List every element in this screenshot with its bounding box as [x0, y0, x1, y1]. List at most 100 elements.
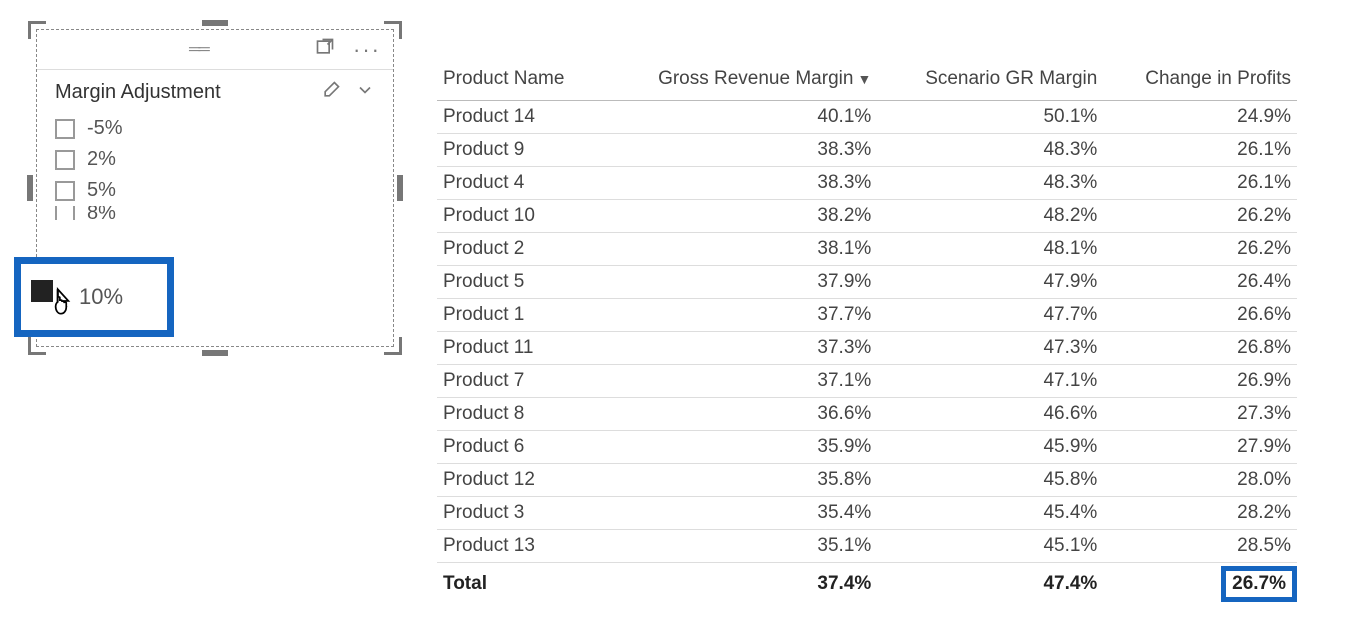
column-header-cip[interactable]: Change in Profits: [1103, 60, 1297, 101]
table-row[interactable]: Product 1440.1%50.1%24.9%: [437, 101, 1297, 134]
cell-grm: 35.4%: [601, 497, 877, 530]
slicer-option[interactable]: 5%: [55, 175, 375, 206]
slicer-toolbar: ══ ···: [37, 30, 393, 70]
table-row[interactable]: Product 438.3%48.3%26.1%: [437, 167, 1297, 200]
selected-option-label: 10%: [79, 284, 123, 310]
slicer-option[interactable]: -5%: [55, 113, 375, 144]
cell-grm: 37.3%: [601, 332, 877, 365]
slicer-options: -5% 2% 5% 8%: [37, 111, 393, 222]
column-header-grm[interactable]: Gross Revenue Margin▼: [601, 60, 877, 101]
selected-option-callout[interactable]: 10%: [14, 257, 174, 337]
cell-cip: 26.6%: [1103, 299, 1297, 332]
checkbox-icon[interactable]: [55, 119, 75, 139]
resize-handle[interactable]: [384, 337, 402, 355]
cell-product: Product 1: [437, 299, 601, 332]
cell-cip: 26.9%: [1103, 365, 1297, 398]
more-options-icon[interactable]: ···: [353, 37, 381, 63]
cell-cip: 26.8%: [1103, 332, 1297, 365]
cell-product: Product 6: [437, 431, 601, 464]
table-row[interactable]: Product 635.9%45.9%27.9%: [437, 431, 1297, 464]
table-row[interactable]: Product 1038.2%48.2%26.2%: [437, 200, 1297, 233]
column-header-sgr[interactable]: Scenario GR Margin: [877, 60, 1103, 101]
slicer-option-label: 8%: [87, 206, 116, 220]
total-grm: 37.4%: [601, 563, 877, 604]
table-row[interactable]: Product 1235.8%45.8%28.0%: [437, 464, 1297, 497]
table-row[interactable]: Product 938.3%48.3%26.1%: [437, 134, 1297, 167]
cell-product: Product 9: [437, 134, 601, 167]
cell-product: Product 2: [437, 233, 601, 266]
checkbox-icon[interactable]: [55, 181, 75, 201]
cell-sgr: 48.3%: [877, 134, 1103, 167]
drag-handle-icon[interactable]: ══: [189, 41, 208, 59]
cell-product: Product 13: [437, 530, 601, 563]
focus-mode-icon[interactable]: [315, 37, 335, 62]
cell-cip: 26.1%: [1103, 167, 1297, 200]
cell-grm: 35.8%: [601, 464, 877, 497]
eraser-icon[interactable]: [321, 80, 341, 105]
results-table: Product Name Gross Revenue Margin▼ Scena…: [437, 60, 1297, 603]
table-row[interactable]: Product 537.9%47.9%26.4%: [437, 266, 1297, 299]
cell-product: Product 11: [437, 332, 601, 365]
cell-grm: 38.2%: [601, 200, 877, 233]
cell-sgr: 45.1%: [877, 530, 1103, 563]
cell-sgr: 48.1%: [877, 233, 1103, 266]
resize-handle[interactable]: [28, 337, 46, 355]
total-cip-highlight: 26.7%: [1221, 566, 1297, 602]
cell-product: Product 8: [437, 398, 601, 431]
column-header-label: Scenario GR Margin: [925, 68, 1097, 89]
cell-product: Product 7: [437, 365, 601, 398]
cell-sgr: 47.1%: [877, 365, 1103, 398]
chevron-down-icon[interactable]: [355, 80, 375, 105]
resize-handle[interactable]: [384, 21, 402, 39]
cell-cip: 26.4%: [1103, 266, 1297, 299]
cell-sgr: 47.7%: [877, 299, 1103, 332]
cell-grm: 38.3%: [601, 134, 877, 167]
table-row[interactable]: Product 836.6%46.6%27.3%: [437, 398, 1297, 431]
cell-grm: 37.1%: [601, 365, 877, 398]
slicer-option[interactable]: 2%: [55, 144, 375, 175]
cell-product: Product 4: [437, 167, 601, 200]
sort-desc-icon: ▼: [857, 71, 871, 87]
resize-handle[interactable]: [202, 350, 228, 356]
cell-sgr: 48.3%: [877, 167, 1103, 200]
slicer-option[interactable]: 8%: [55, 206, 375, 220]
cell-grm: 35.1%: [601, 530, 877, 563]
cell-grm: 35.9%: [601, 431, 877, 464]
cell-sgr: 45.4%: [877, 497, 1103, 530]
cell-cip: 26.2%: [1103, 233, 1297, 266]
cell-cip: 28.2%: [1103, 497, 1297, 530]
cell-cip: 26.1%: [1103, 134, 1297, 167]
table-row[interactable]: Product 335.4%45.4%28.2%: [437, 497, 1297, 530]
cell-cip: 27.3%: [1103, 398, 1297, 431]
table-row[interactable]: Product 1137.3%47.3%26.8%: [437, 332, 1297, 365]
checkbox-icon[interactable]: [55, 206, 75, 220]
column-header-product[interactable]: Product Name: [437, 60, 601, 101]
table-row[interactable]: Product 1335.1%45.1%28.5%: [437, 530, 1297, 563]
checkbox-checked-icon[interactable]: [31, 280, 53, 302]
table-row[interactable]: Product 737.1%47.1%26.9%: [437, 365, 1297, 398]
cell-cip: 24.9%: [1103, 101, 1297, 134]
cell-product: Product 12: [437, 464, 601, 497]
cell-grm: 37.7%: [601, 299, 877, 332]
table-row[interactable]: Product 137.7%47.7%26.6%: [437, 299, 1297, 332]
cell-sgr: 47.3%: [877, 332, 1103, 365]
resize-handle[interactable]: [28, 21, 46, 39]
cell-sgr: 46.6%: [877, 398, 1103, 431]
resize-handle[interactable]: [397, 175, 403, 201]
cell-grm: 40.1%: [601, 101, 877, 134]
slicer-title: Margin Adjustment: [55, 81, 221, 104]
cell-product: Product 10: [437, 200, 601, 233]
table-row[interactable]: Product 238.1%48.1%26.2%: [437, 233, 1297, 266]
cell-sgr: 50.1%: [877, 101, 1103, 134]
cell-product: Product 14: [437, 101, 601, 134]
resize-handle[interactable]: [27, 175, 33, 201]
checkbox-icon[interactable]: [55, 150, 75, 170]
column-header-label: Product Name: [443, 68, 564, 89]
column-header-label: Gross Revenue Margin: [658, 68, 853, 89]
cell-sgr: 45.8%: [877, 464, 1103, 497]
cell-cip: 26.2%: [1103, 200, 1297, 233]
total-sgr: 47.4%: [877, 563, 1103, 604]
table-header-row: Product Name Gross Revenue Margin▼ Scena…: [437, 60, 1297, 101]
slicer-title-row: Margin Adjustment: [37, 70, 393, 111]
resize-handle[interactable]: [202, 20, 228, 26]
